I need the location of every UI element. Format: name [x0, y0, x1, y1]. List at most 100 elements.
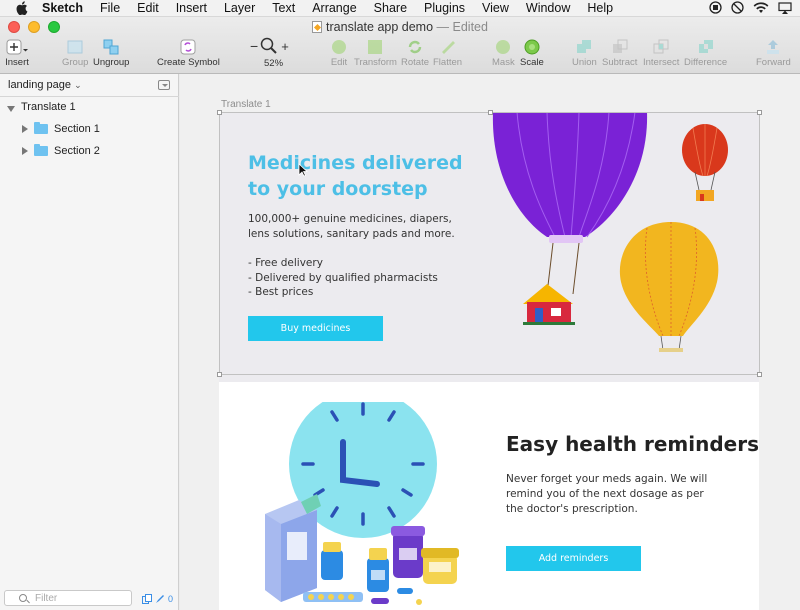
artboard[interactable]: Medicines delivered to your doorstep 100…	[219, 112, 759, 610]
menu-help[interactable]: Help	[587, 1, 613, 15]
subtract-label: Subtract	[602, 57, 638, 68]
rotate-icon	[408, 40, 422, 54]
symbol-icon	[180, 39, 196, 55]
filter-placeholder: Filter	[35, 592, 58, 604]
scale-tool[interactable]: Scale	[520, 39, 544, 68]
rotate-tool[interactable]: Rotate	[401, 39, 429, 68]
chevron-down-icon: ⌄	[74, 80, 82, 90]
menu-view[interactable]: View	[482, 1, 509, 15]
red-balloon	[682, 124, 728, 201]
layer-label: Translate 1	[21, 101, 76, 113]
disclosure-closed-icon[interactable]	[22, 125, 28, 133]
scale-icon	[524, 39, 540, 55]
pills	[303, 588, 422, 605]
copy-icon[interactable]	[142, 594, 152, 604]
add-reminders-button[interactable]: Add reminders	[506, 546, 641, 571]
menu-bar: Sketch File Edit Insert Layer Text Arran…	[0, 0, 800, 17]
folder-icon	[34, 144, 48, 156]
edit-tool[interactable]: Edit	[330, 39, 348, 68]
magnifier-icon	[260, 37, 277, 54]
folder-icon	[34, 122, 48, 134]
zoom-control: − +	[250, 37, 289, 55]
menu-edit[interactable]: Edit	[137, 1, 159, 15]
layer-section-1[interactable]: Section 1	[0, 118, 179, 140]
intersect-tool[interactable]: Intersect	[643, 39, 679, 68]
mask-tool[interactable]: Mask	[492, 39, 515, 68]
feature-item: - Best prices	[248, 286, 314, 298]
section-2-description: Never forget your meds again. We will re…	[506, 473, 708, 515]
zoom-in-button[interactable]: +	[281, 39, 289, 54]
jar-purple	[391, 526, 425, 578]
menu-insert[interactable]: Insert	[176, 1, 207, 15]
insert-tool[interactable]: Insert	[5, 39, 29, 68]
hero-description: 100,000+ genuine medicines, diapers, len…	[248, 213, 455, 240]
edit-icon	[332, 40, 346, 54]
menu-layer[interactable]: Layer	[224, 1, 255, 15]
section-2-headline: Easy health reminders	[506, 432, 759, 456]
flatten-label: Flatten	[433, 57, 463, 68]
status-icons	[709, 1, 792, 14]
group-label: Group	[62, 57, 89, 68]
group-tool[interactable]: Group	[62, 39, 88, 68]
document-title: translate app demo — Edited	[0, 20, 800, 34]
layer-label: Section 2	[54, 145, 100, 157]
menu-text[interactable]: Text	[272, 1, 295, 15]
airplay-icon[interactable]	[778, 1, 792, 14]
union-tool[interactable]: Union	[572, 39, 597, 68]
layers-sidebar: landing page ⌄ Translate 1 Section 1 Sec…	[0, 74, 179, 610]
menu-file[interactable]: File	[100, 1, 120, 15]
scale-label: Scale	[520, 57, 544, 68]
record-icon[interactable]	[709, 1, 722, 14]
wifi-icon[interactable]	[753, 1, 769, 14]
menu-window[interactable]: Window	[526, 1, 570, 15]
layer-artboard[interactable]: Translate 1	[0, 96, 179, 118]
menu-arrange[interactable]: Arrange	[312, 1, 356, 15]
feature-item: - Free delivery	[248, 257, 323, 269]
intersect-label: Intersect	[643, 57, 680, 68]
forward-icon	[767, 40, 780, 54]
disclosure-closed-icon[interactable]	[22, 147, 28, 155]
plus-icon	[6, 39, 28, 55]
disclosure-open-icon[interactable]	[7, 105, 15, 112]
union-icon	[577, 40, 592, 53]
flatten-icon	[441, 41, 455, 54]
hero-headline: Medicines delivered to your doorstep	[248, 152, 463, 200]
menu-app-sketch[interactable]: Sketch	[42, 1, 83, 15]
flatten-tool[interactable]: Flatten	[433, 39, 462, 68]
artboard-label[interactable]: Translate 1	[221, 99, 271, 110]
create-symbol-tool[interactable]: Create Symbol	[157, 39, 220, 68]
menu-share[interactable]: Share	[374, 1, 407, 15]
rotate-label: Rotate	[401, 57, 429, 68]
hot-air-balloons-illustration	[492, 112, 728, 352]
apple-menu-icon[interactable]	[16, 1, 30, 15]
zoom-level: 52%	[264, 58, 283, 69]
forward-label: Forward	[756, 57, 791, 68]
section-1[interactable]: Medicines delivered to your doorstep 100…	[219, 112, 759, 382]
union-label: Union	[572, 57, 597, 68]
subtract-tool[interactable]: Subtract	[602, 39, 637, 68]
page-selector[interactable]: landing page ⌄	[8, 79, 82, 91]
sidebar-footer-tools: 0	[142, 594, 173, 604]
forward-tool[interactable]: Forward	[756, 39, 791, 68]
layer-filter-input[interactable]: Filter	[4, 590, 132, 606]
difference-tool[interactable]: Difference	[684, 39, 727, 68]
transform-icon	[368, 40, 383, 54]
ungroup-icon	[103, 39, 119, 55]
yellow-balloon	[619, 222, 719, 352]
zoom-out-button[interactable]: −	[250, 38, 258, 54]
mask-icon	[496, 40, 511, 54]
purple-balloon	[492, 112, 648, 325]
transform-tool[interactable]: Transform	[354, 39, 397, 68]
ungroup-tool[interactable]: Ungroup	[93, 39, 129, 68]
canvas[interactable]: Translate 1 Medicines delivered to your …	[180, 74, 800, 610]
toggle-pages-button[interactable]	[158, 80, 170, 90]
layer-section-2[interactable]: Section 2	[0, 140, 179, 162]
search-icon	[19, 594, 27, 602]
do-not-disturb-icon[interactable]	[731, 1, 744, 14]
layer-label: Section 1	[54, 123, 100, 135]
brush-icon[interactable]	[155, 594, 165, 604]
page-name: landing page	[8, 79, 72, 91]
document-icon	[312, 21, 323, 33]
buy-medicines-button[interactable]: Buy medicines	[248, 316, 383, 341]
menu-plugins[interactable]: Plugins	[424, 1, 465, 15]
